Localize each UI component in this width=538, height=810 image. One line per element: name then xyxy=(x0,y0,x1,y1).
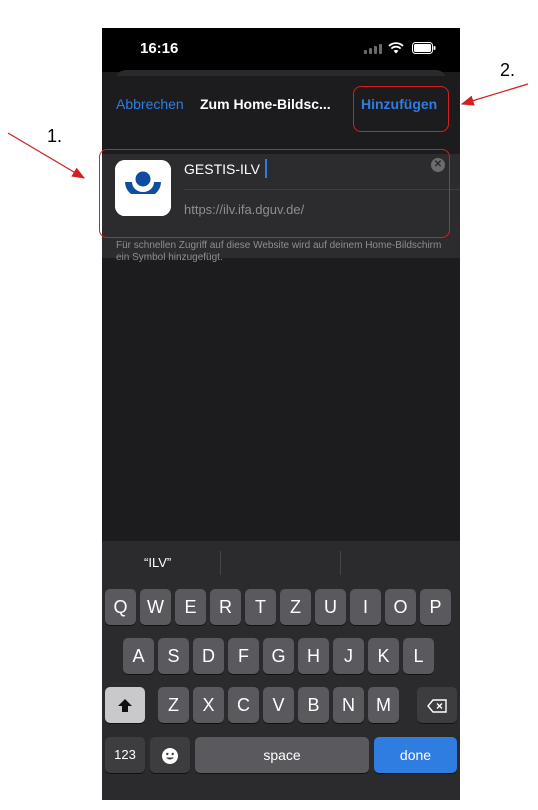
annotation-arrows xyxy=(7,83,529,179)
